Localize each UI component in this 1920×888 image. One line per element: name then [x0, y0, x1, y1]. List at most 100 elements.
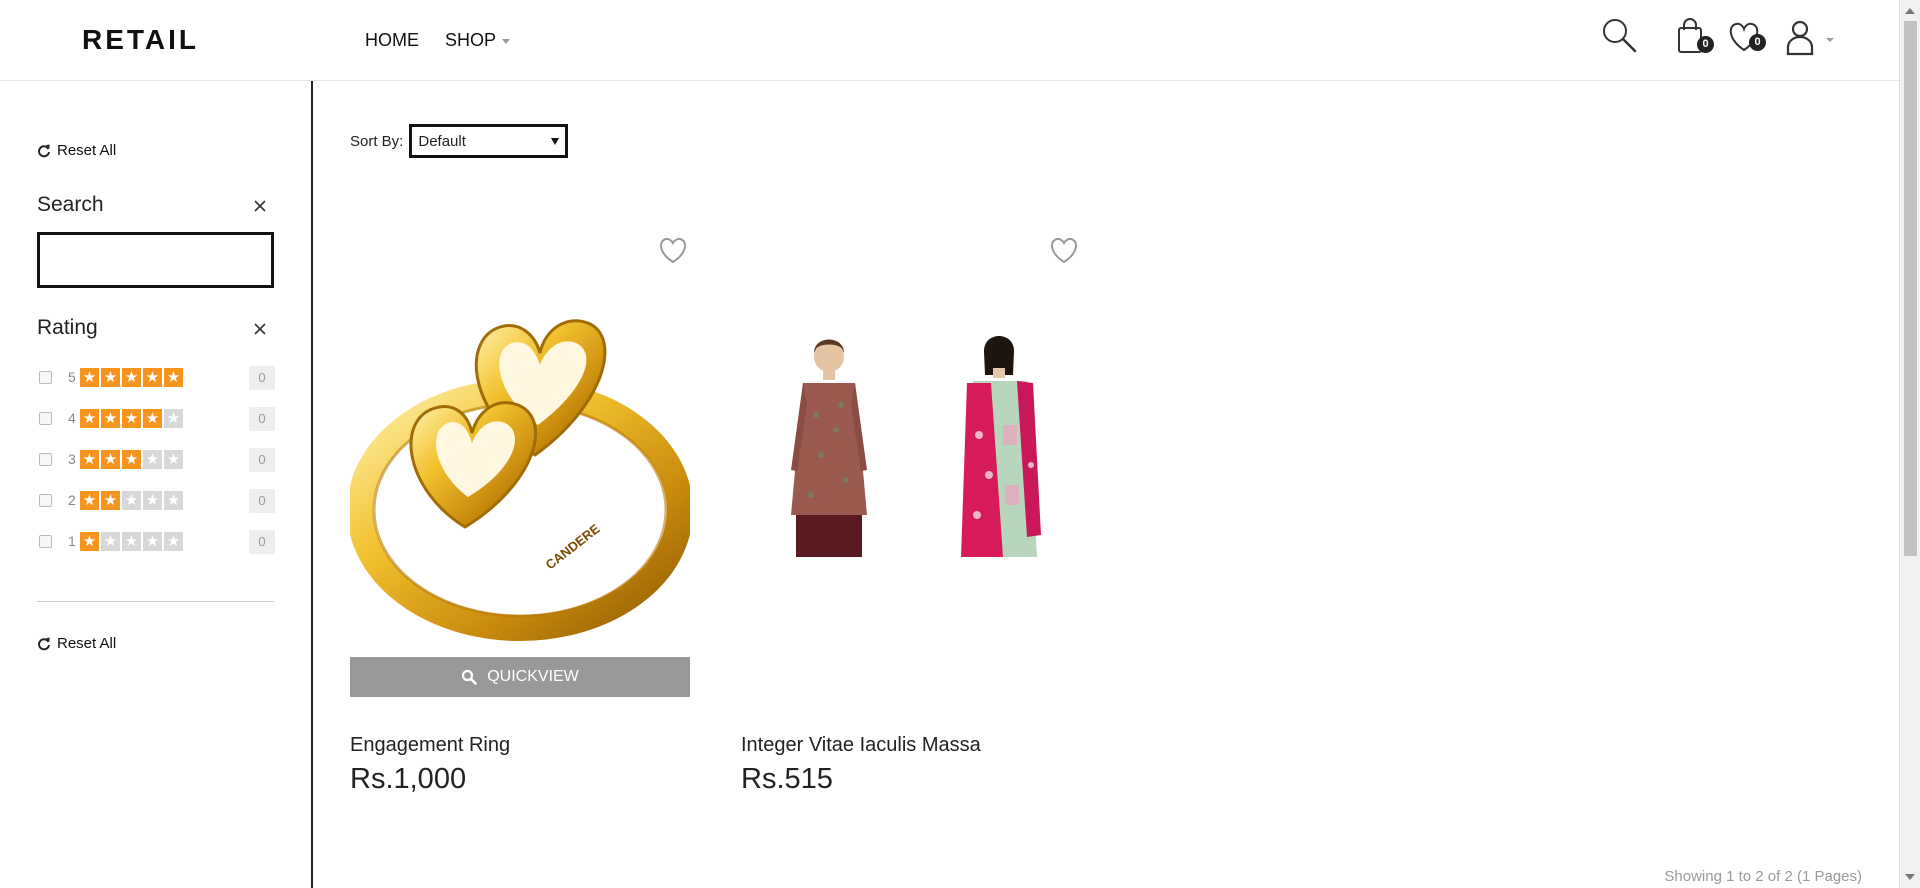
nav-shop-label: SHOP — [445, 30, 497, 50]
rating-level-label: 1 — [68, 533, 76, 549]
star-icon: ★ — [122, 368, 141, 387]
rating-count-badge: 0 — [249, 489, 275, 513]
nav-shop[interactable]: SHOP — [445, 30, 511, 51]
rating-stars: ★ ★ ★ ★ ★ — [80, 532, 183, 551]
rating-level-label: 5 — [68, 369, 76, 385]
star-icon: ★ — [143, 450, 162, 469]
product-price: Rs.515 — [741, 763, 833, 795]
sort-select[interactable]: Default — [409, 124, 569, 158]
rating-filter-row[interactable]: 3 ★ ★ ★ ★ ★ 0 — [37, 446, 275, 474]
wishlist-count-badge: 0 — [1749, 34, 1766, 51]
rating-level-label: 4 — [68, 410, 76, 426]
sidebar-divider — [37, 601, 274, 602]
sort-label: Sort By: — [350, 132, 404, 150]
product-price: Rs.1,000 — [350, 763, 467, 795]
reset-all-label: Reset All — [57, 635, 117, 652]
star-icon: ★ — [164, 409, 183, 428]
rating-stars: ★ ★ ★ ★ ★ — [80, 450, 183, 469]
main-nav: HOME SHOP — [365, 30, 511, 51]
product-image[interactable]: CANDERE — [347, 265, 693, 645]
star-icon: ★ — [80, 491, 99, 510]
close-icon[interactable] — [252, 321, 268, 337]
site-header: RETAIL HOME SHOP 0 0 — [0, 0, 1899, 81]
heart-icon[interactable] — [1047, 233, 1081, 267]
rating-filter-row[interactable]: 2 ★ ★ ★ ★ ★ 0 — [37, 487, 275, 515]
chevron-down-icon — [502, 39, 511, 44]
star-icon: ★ — [164, 491, 183, 510]
star-icon: ★ — [122, 532, 141, 551]
quickview-label: QUICKVIEW — [487, 668, 579, 685]
search-icon — [462, 669, 478, 685]
filter-sidebar: Reset All Search Rating 5 ★ ★ ★ ★ ★ 0 4 ★ ★ ★ ★ ★ 0 3 ★… — [0, 81, 313, 888]
star-icon: ★ — [143, 532, 162, 551]
star-icon: ★ — [164, 450, 183, 469]
star-icon: ★ — [143, 368, 162, 387]
star-icon: ★ — [80, 368, 99, 387]
chevron-down-icon — [551, 137, 560, 145]
rating-count-badge: 0 — [249, 366, 275, 390]
search-filter-title: Search — [37, 193, 104, 216]
sort-control: Sort By: Default — [350, 124, 569, 158]
star-icon: ★ — [164, 368, 183, 387]
rating-filter-row[interactable]: 5 ★ ★ ★ ★ ★ 0 — [37, 364, 275, 392]
heart-icon[interactable] — [656, 233, 690, 267]
page-scrollbar[interactable] — [1899, 0, 1920, 888]
apparel-illustration — [791, 336, 1041, 557]
nav-home[interactable]: HOME — [365, 30, 419, 51]
search-input[interactable] — [37, 232, 274, 288]
rating-filter-row[interactable]: 4 ★ ★ ★ ★ ★ 0 — [37, 405, 275, 433]
star-icon: ★ — [80, 532, 99, 551]
star-icon: ★ — [164, 532, 183, 551]
rating-filter-row[interactable]: 1 ★ ★ ★ ★ ★ 0 — [37, 528, 275, 556]
product-name[interactable]: Integer Vitae Iaculis Massa — [741, 734, 981, 757]
nav-home-label: HOME — [365, 30, 419, 50]
star-icon: ★ — [80, 409, 99, 428]
star-icon: ★ — [101, 368, 120, 387]
rating-level-label: 3 — [68, 451, 76, 467]
rating-level-label: 2 — [68, 492, 76, 508]
star-icon: ★ — [122, 409, 141, 428]
star-icon: ★ — [122, 450, 141, 469]
reset-all-bottom[interactable]: Reset All — [37, 635, 116, 652]
star-icon: ★ — [143, 491, 162, 510]
reset-all-top[interactable]: Reset All — [37, 142, 116, 159]
pagination-info: Showing 1 to 2 of 2 (1 Pages) — [1664, 868, 1862, 885]
refresh-icon — [38, 637, 50, 650]
account-icon[interactable] — [1778, 14, 1836, 58]
rating-checkbox[interactable] — [39, 453, 52, 466]
ring-illustration: CANDERE — [347, 319, 693, 641]
cart-icon[interactable]: 0 — [1670, 14, 1714, 58]
rating-count-badge: 0 — [249, 448, 275, 472]
rating-checkbox[interactable] — [39, 412, 52, 425]
product-name[interactable]: Engagement Ring — [350, 734, 510, 757]
site-logo[interactable]: RETAIL — [82, 24, 199, 56]
star-icon: ★ — [143, 409, 162, 428]
rating-count-badge: 0 — [249, 530, 275, 554]
rating-stars: ★ ★ ★ ★ ★ — [80, 368, 183, 387]
rating-stars: ★ ★ ★ ★ ★ — [80, 409, 183, 428]
star-icon: ★ — [80, 450, 99, 469]
product-card: Integer Vitae Iaculis Massa Rs.515 — [741, 225, 1081, 805]
scroll-up-arrow-icon[interactable] — [1905, 8, 1915, 14]
rating-checkbox[interactable] — [39, 371, 52, 384]
wishlist-icon[interactable]: 0 — [1724, 14, 1768, 58]
star-icon: ★ — [101, 491, 120, 510]
rating-checkbox[interactable] — [39, 494, 52, 507]
close-icon[interactable] — [252, 198, 268, 214]
star-icon: ★ — [122, 491, 141, 510]
scroll-down-arrow-icon[interactable] — [1905, 874, 1915, 880]
search-icon[interactable] — [1598, 14, 1642, 58]
star-icon: ★ — [101, 409, 120, 428]
star-icon: ★ — [101, 532, 120, 551]
rating-filter-title: Rating — [37, 316, 98, 339]
sort-selected-value: Default — [418, 132, 466, 150]
refresh-icon — [38, 144, 50, 157]
rating-stars: ★ ★ ★ ★ ★ — [80, 491, 183, 510]
rating-checkbox[interactable] — [39, 535, 52, 548]
quickview-button[interactable]: QUICKVIEW — [350, 657, 690, 697]
star-icon: ★ — [101, 450, 120, 469]
product-image[interactable] — [741, 265, 1081, 645]
cart-count-badge: 0 — [1697, 36, 1714, 53]
scroll-thumb[interactable] — [1904, 21, 1917, 556]
reset-all-label: Reset All — [57, 142, 117, 159]
